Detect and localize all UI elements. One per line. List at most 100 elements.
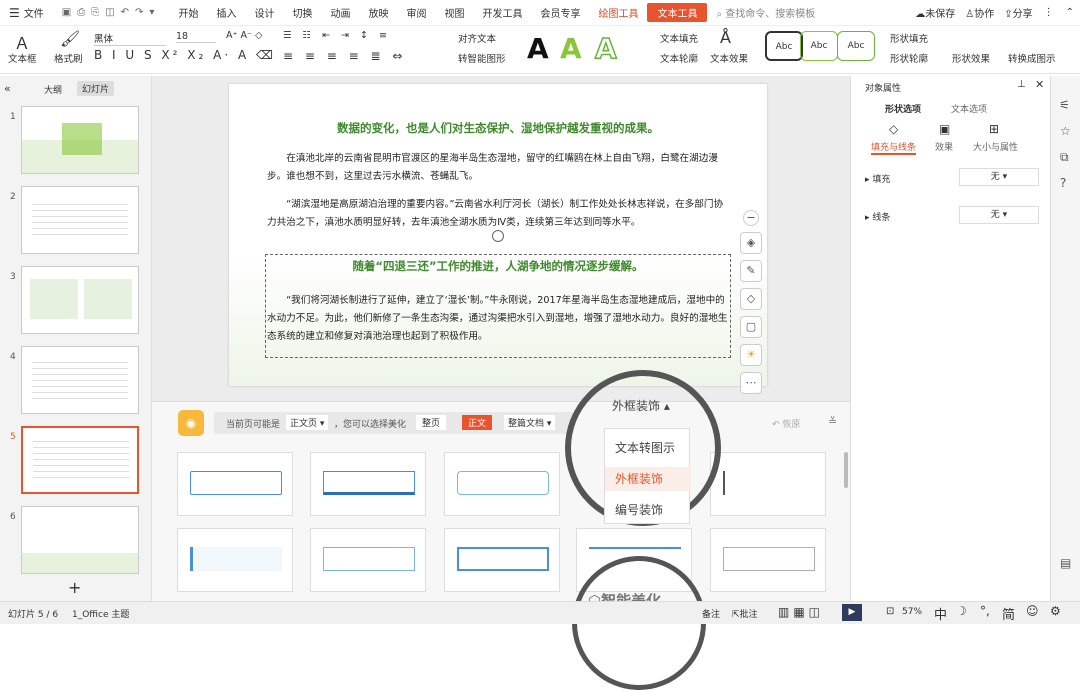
subtab-fill-line[interactable]: 填充与线条 (871, 140, 917, 155)
smart-shape-button[interactable]: 转智能图形 (458, 51, 506, 65)
notes-button[interactable]: 备注 (702, 607, 720, 620)
align-text-button[interactable]: 对齐文本 (458, 31, 496, 45)
ime-indicator[interactable]: 中 (934, 604, 947, 623)
tab-slides[interactable]: 幻灯片 (77, 81, 115, 96)
menu-item-developer[interactable]: 开发工具 (473, 5, 531, 20)
tab-shape-options[interactable]: 形状选项 (885, 102, 921, 115)
zoom-level[interactable]: 57% (902, 607, 922, 617)
line-label[interactable]: ▸ 线条 (865, 210, 890, 223)
heading-1[interactable]: 数据的变化，也是人们对生态保护、湿地保护越发重视的成果。 (229, 120, 767, 136)
text-style-green[interactable]: A (560, 32, 582, 65)
text-effect-icon[interactable]: Å (720, 28, 731, 47)
animation-icon[interactable]: ☆ (1060, 124, 1071, 138)
tab-text-options[interactable]: 文本选项 (951, 102, 987, 115)
to-image-button[interactable]: 转换成图示 (1008, 51, 1056, 65)
format-painter-button[interactable]: 格式刷 (54, 51, 83, 65)
comments-button[interactable]: ⇱批注 (732, 607, 758, 620)
paragraph-2[interactable]: “湖滨湿地是高原湖泊治理的重要内容。”云南省水利厅河长（湖长）制工作处处长林志祥… (267, 196, 731, 232)
quick-access-icons[interactable]: ▣⎙⎘◫↶↷▾ (53, 7, 170, 18)
menu-item-design[interactable]: 设计 (245, 5, 283, 20)
search-box[interactable]: ⌕ 查找命令、搜索模板 (707, 5, 824, 20)
fill-label[interactable]: ▸ 填充 (865, 172, 890, 185)
add-slide-button[interactable]: + (68, 578, 81, 597)
list-icons[interactable]: ☰ ☷ ⇤ ⇥ ↕ ≡ (283, 30, 391, 41)
slide-thumbnail-3[interactable] (21, 266, 139, 334)
brush-icon[interactable]: 🖌 (60, 29, 80, 48)
option-number-decoration[interactable]: 编号装饰 (615, 501, 663, 518)
shape-effect-button[interactable]: 形状效果 (952, 51, 990, 65)
restore-button[interactable]: ↶ 恢原 (772, 417, 800, 430)
fit-icon[interactable]: ⊡ (886, 606, 894, 617)
menu-item-view[interactable]: 视图 (435, 5, 473, 20)
tab-outline[interactable]: 大纲 (44, 83, 62, 96)
option-text-to-diagram[interactable]: 文本转图示 (615, 439, 675, 456)
slide-thumbnail-1[interactable] (21, 106, 139, 174)
play-button[interactable]: ▶ (842, 604, 862, 621)
help-icon[interactable]: ? (1060, 176, 1066, 190)
menu-item-insert[interactable]: 插入 (207, 5, 245, 20)
subtab-effect[interactable]: 效果 (935, 140, 953, 153)
moon-icon[interactable]: ☽ (956, 604, 967, 618)
bulb-icon[interactable]: ☀ (740, 344, 762, 366)
whole-doc-select[interactable]: 整篇文档 ▾ (504, 415, 556, 430)
layers-icon[interactable]: ◈ (740, 232, 762, 254)
fill-select[interactable]: 无 ▾ (959, 168, 1039, 186)
collapse-ribbon-icon[interactable]: ⌃ (1060, 7, 1080, 18)
simplified-toggle[interactable]: 简 (1002, 604, 1015, 623)
text-fill-button[interactable]: 文本填充 (660, 31, 698, 45)
rotate-handle[interactable] (492, 230, 504, 242)
size-select[interactable]: 18 (176, 31, 216, 43)
text-outline-button[interactable]: 文本轮廓 (660, 51, 698, 65)
collab-button[interactable]: ♙协作 (960, 5, 999, 20)
menu-item-slideshow[interactable]: 放映 (359, 5, 397, 20)
close-icon[interactable]: ✕ (1035, 78, 1044, 91)
line-select[interactable]: 无 ▾ (959, 206, 1039, 224)
more-icon[interactable]: ⋮ (1038, 7, 1060, 18)
frame-template[interactable] (444, 528, 560, 592)
menu-item-member[interactable]: 会员专享 (531, 5, 589, 20)
slide-thumbnail-5[interactable] (21, 426, 139, 494)
minus-icon[interactable]: − (743, 210, 759, 226)
option-frame-decoration[interactable]: 外框装饰 (605, 467, 691, 491)
frame-template[interactable] (177, 528, 293, 592)
frame-decoration-dropdown[interactable]: 外框装饰 ▴ (612, 397, 670, 414)
textbox-button[interactable]: 文本框 (8, 51, 37, 65)
paragraph-3[interactable]: “我们将河湖长制进行了延伸，建立了‘湿长’制。”牛永刚说，2017年星海半岛生态… (267, 292, 731, 346)
frame-template[interactable] (710, 528, 826, 592)
frame-template[interactable] (710, 452, 826, 516)
settings-icon[interactable]: ⚙ (1050, 604, 1061, 618)
punct-icon[interactable]: °, (980, 604, 990, 618)
tab-drawing-tools[interactable]: 绘图工具 (589, 5, 647, 20)
subtab-size[interactable]: 大小与属性 (973, 140, 1018, 153)
frame-template[interactable] (177, 452, 293, 516)
align-icons[interactable]: ≡ ≡ ≡ ≡ ≣ ⇔ (283, 49, 406, 63)
text-style-black[interactable]: A (527, 32, 549, 65)
text-effect-button[interactable]: 文本效果 (710, 51, 748, 65)
slide-thumbnail-4[interactable] (21, 346, 139, 414)
shape-outline-button[interactable]: 形状轮廓 (890, 51, 928, 65)
shape-style-1[interactable]: Abc (765, 31, 803, 61)
shape-style-3[interactable]: Abc (837, 31, 875, 61)
menu-item-transition[interactable]: 切换 (283, 5, 321, 20)
frame-template[interactable] (444, 452, 560, 516)
frame-template[interactable] (310, 452, 426, 516)
page-type-select[interactable]: 正文页 ▾ (286, 415, 329, 430)
share-button[interactable]: ⇪分享 (999, 5, 1037, 20)
collapse-panel-icon[interactable]: « (4, 82, 11, 95)
emoji-icon[interactable]: ☺ (1026, 604, 1039, 618)
slide-thumbnail-6[interactable] (21, 506, 139, 574)
collapse-icon[interactable]: ≚ (828, 415, 837, 428)
view-icons[interactable]: ▥▦◫ (778, 605, 824, 619)
save-icon[interactable]: ▤ (1060, 556, 1071, 570)
font-size-icons[interactable]: A⁺ A⁻ ◇ (226, 30, 262, 41)
menu-item-animation[interactable]: 动画 (321, 5, 359, 20)
font-select[interactable]: 黑体 (94, 31, 166, 46)
pin-icon[interactable]: ⊥ (1017, 79, 1026, 90)
frame-template[interactable] (310, 528, 426, 592)
body-button[interactable]: 正文 (462, 415, 493, 430)
shape-style-2[interactable]: Abc (800, 31, 838, 61)
hamburger-icon[interactable]: ☰ (0, 6, 22, 20)
text-style-outline[interactable]: A (594, 31, 617, 66)
menu-item-home[interactable]: 开始 (169, 5, 207, 20)
whole-page-button[interactable]: 整页 (416, 415, 447, 430)
